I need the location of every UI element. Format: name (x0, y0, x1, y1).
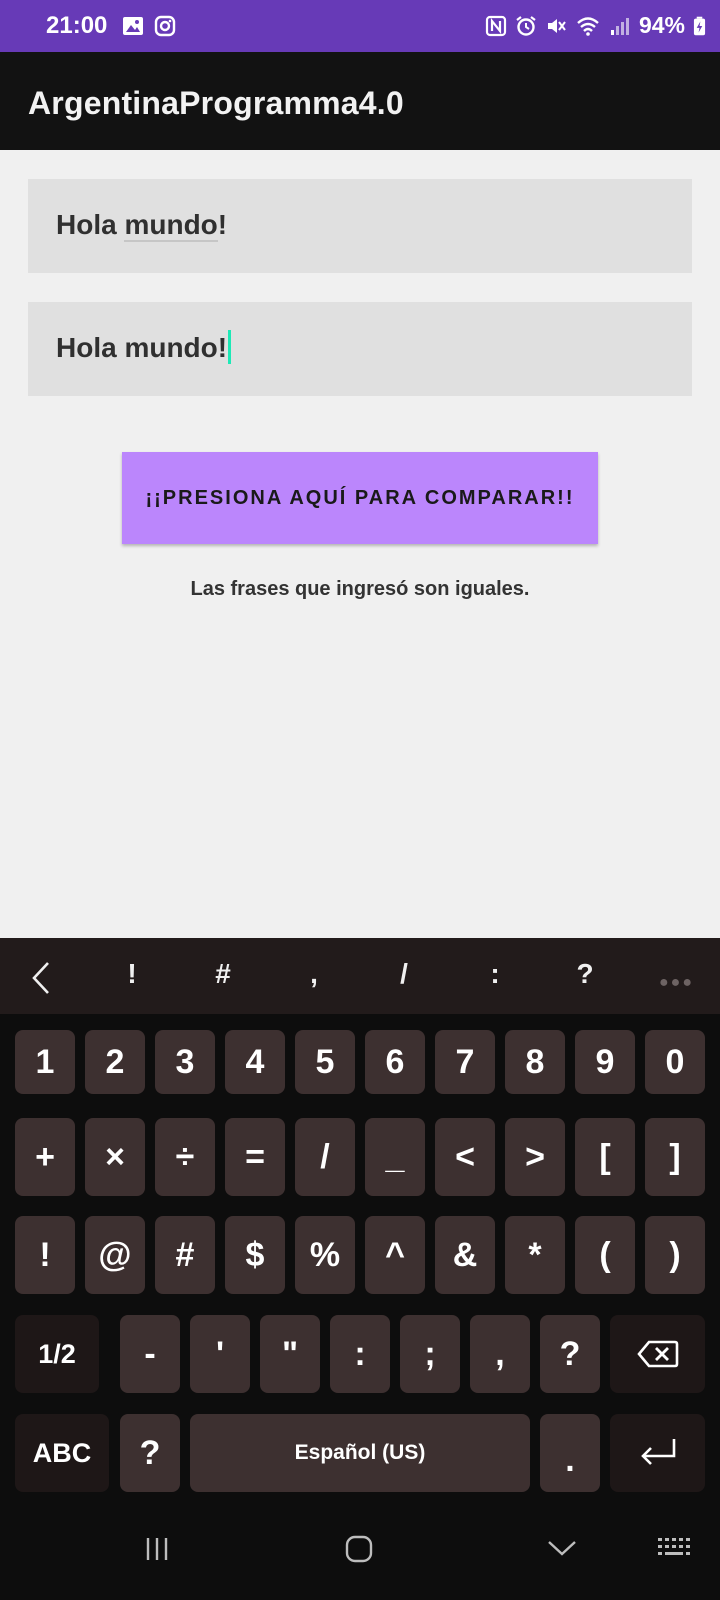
spellcheck-underline-word: mundo (124, 209, 218, 242)
key[interactable]: " (260, 1315, 320, 1393)
key[interactable]: - (120, 1315, 180, 1393)
key[interactable]: ÷ (155, 1118, 215, 1196)
key[interactable]: : (330, 1315, 390, 1393)
mute-icon (547, 18, 566, 33)
enter-icon (640, 1439, 675, 1465)
space-key[interactable]: Español (US) (190, 1414, 530, 1492)
key[interactable]: ' (190, 1315, 250, 1393)
recent-apps-icon[interactable] (142, 1534, 172, 1564)
key[interactable]: 6 (365, 1030, 425, 1094)
key[interactable]: 2 (85, 1030, 145, 1094)
key[interactable]: @ (85, 1216, 145, 1294)
nfc-icon (485, 15, 507, 36)
key[interactable]: 1 (15, 1030, 75, 1094)
key[interactable]: , (470, 1315, 530, 1393)
key[interactable]: 8 (505, 1030, 565, 1094)
page-toggle-key[interactable]: 1/2 (15, 1315, 99, 1393)
keyboard-switch-icon[interactable] (656, 1534, 692, 1564)
key[interactable]: / (295, 1118, 355, 1196)
key[interactable]: < (435, 1118, 495, 1196)
text-cursor (228, 329, 232, 364)
toolbar-symbol[interactable]: , (294, 958, 334, 990)
key[interactable]: $ (225, 1216, 285, 1294)
hide-keyboard-icon[interactable] (546, 1536, 578, 1560)
key[interactable]: 5 (295, 1030, 355, 1094)
key[interactable]: ! (15, 1216, 75, 1294)
status-bar: 21:00 94% (0, 0, 720, 52)
toolbar-symbol[interactable]: # (203, 958, 243, 990)
key[interactable]: + (15, 1118, 75, 1196)
enter-key[interactable] (610, 1414, 705, 1492)
key[interactable]: % (295, 1216, 355, 1294)
phrase-input-1-text: Hola mundo! (56, 209, 228, 242)
gallery-icon (123, 17, 143, 35)
key[interactable]: ? (120, 1414, 180, 1492)
key[interactable]: ] (645, 1118, 705, 1196)
key[interactable]: ) (645, 1216, 705, 1294)
phrase-input-2[interactable]: Hola mundo! (28, 302, 692, 396)
backspace-key[interactable] (610, 1315, 705, 1393)
compare-button[interactable]: ¡¡PRESIONA AQUÍ PARA COMPARAR!! (122, 452, 598, 544)
keyboard-toolbar: ! # , / : ? ●●● (0, 938, 720, 1014)
key[interactable]: ? (540, 1315, 600, 1393)
key[interactable]: = (225, 1118, 285, 1196)
phrase-input-2-text: Hola mundo! (56, 329, 232, 364)
toolbar-symbol[interactable]: ! (112, 958, 152, 990)
app-title: ArgentinaProgramma4.0 (28, 85, 404, 121)
wifi-icon (577, 16, 599, 36)
alarm-icon (516, 15, 536, 36)
key[interactable]: [ (575, 1118, 635, 1196)
signal-icon (610, 17, 629, 35)
backspace-icon (636, 1340, 678, 1368)
toolbar-more-icon[interactable]: ●●● (659, 974, 694, 992)
key[interactable]: * (505, 1216, 565, 1294)
toolbar-symbol[interactable]: : (475, 958, 515, 990)
battery-percent: 94% (638, 12, 685, 38)
result-text: Las frases que ingresó son iguales. (190, 578, 530, 600)
key[interactable]: 4 (225, 1030, 285, 1094)
key[interactable]: & (435, 1216, 495, 1294)
status-time: 21:00 (46, 12, 108, 39)
key[interactable]: 0 (645, 1030, 705, 1094)
app-bar: ArgentinaProgramma4.0 (0, 52, 720, 150)
key[interactable]: _ (365, 1118, 425, 1196)
phrase-input-1[interactable]: Hola mundo! (28, 179, 692, 273)
key[interactable]: ( (575, 1216, 635, 1294)
home-icon[interactable] (344, 1534, 374, 1564)
toolbar-symbol[interactable]: ? (565, 958, 605, 990)
key[interactable]: × (85, 1118, 145, 1196)
key[interactable]: > (505, 1118, 565, 1196)
period-key[interactable]: . (540, 1414, 600, 1492)
battery-charging-icon (693, 16, 706, 35)
key[interactable]: 7 (435, 1030, 495, 1094)
key[interactable]: 3 (155, 1030, 215, 1094)
key[interactable]: 9 (575, 1030, 635, 1094)
instagram-icon (154, 15, 176, 37)
toolbar-symbol[interactable]: / (384, 958, 424, 990)
toolbar-back-icon[interactable] (28, 960, 58, 996)
key[interactable]: # (155, 1216, 215, 1294)
navigation-bar (0, 1500, 720, 1600)
abc-key[interactable]: ABC (15, 1414, 109, 1492)
key[interactable]: ; (400, 1315, 460, 1393)
key[interactable]: ^ (365, 1216, 425, 1294)
